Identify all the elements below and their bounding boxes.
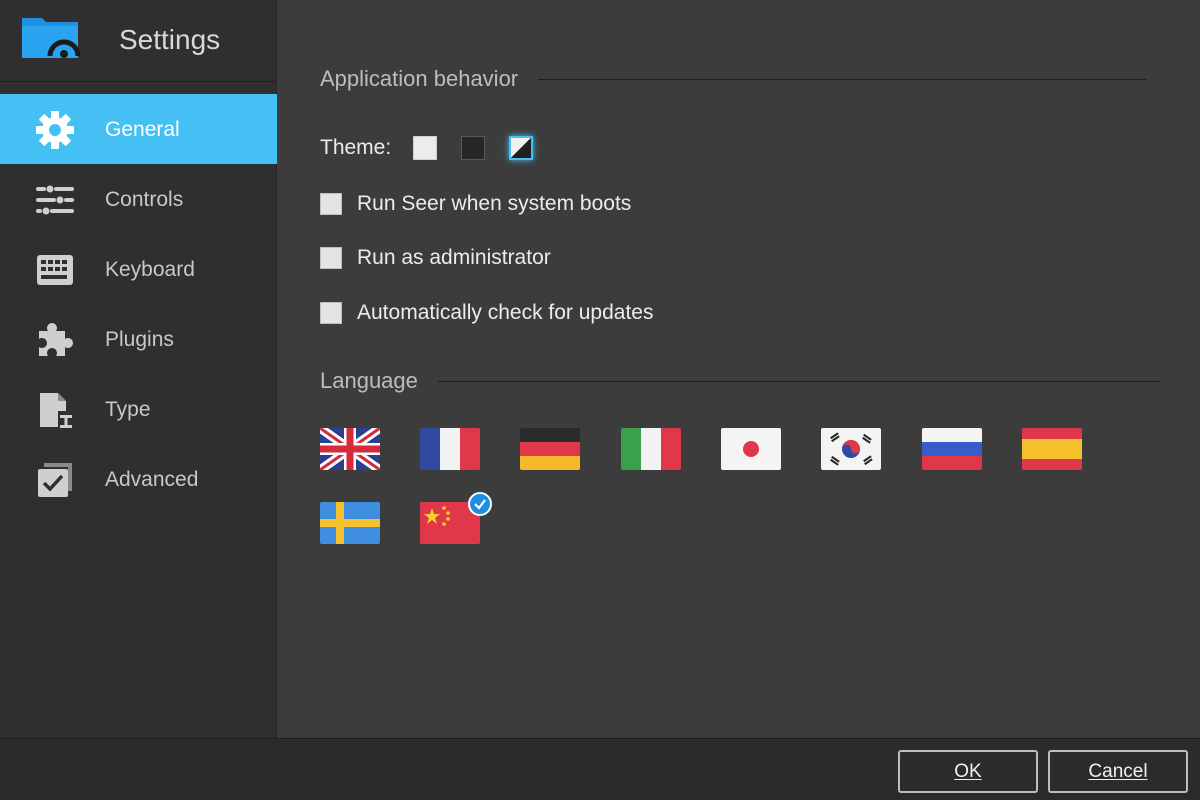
theme-auto-swatch[interactable] [509, 136, 534, 160]
app-logo-icon [22, 18, 80, 58]
flag-japan[interactable] [721, 428, 781, 470]
option-label: Run Seer when system boots [357, 192, 632, 215]
flag-spain[interactable] [1022, 428, 1082, 470]
keyboard-icon [34, 249, 76, 291]
theme-dark-swatch[interactable] [461, 136, 486, 160]
sidebar-title: Settings [119, 24, 221, 55]
section-divider [437, 380, 1160, 382]
general-panel: Application behavior Theme: Run Seer whe… [278, 0, 1200, 738]
sliders-icon [34, 179, 76, 221]
sidebar-item-type[interactable]: Type [0, 374, 277, 444]
cancel-button-label: Cancel [1088, 760, 1148, 782]
option-label: Run as administrator [357, 246, 551, 269]
file-type-icon [34, 389, 76, 431]
sidebar-item-general[interactable]: General [0, 94, 277, 164]
flag-germany[interactable] [520, 428, 580, 470]
auto-update-checkbox[interactable] [320, 302, 342, 324]
option-auto-update[interactable]: Automatically check for updates [320, 301, 653, 325]
option-label: Automatically check for updates [357, 301, 654, 324]
flag-italy[interactable] [621, 428, 681, 470]
sidebar-nav: General Controls Keyboard Plugins Type A… [0, 94, 277, 514]
run-as-admin-checkbox[interactable] [320, 247, 342, 269]
ok-button[interactable]: OK [898, 750, 1038, 793]
sidebar-item-label: Keyboard [105, 258, 195, 281]
sidebar-item-label: Type [105, 398, 151, 421]
option-run-on-boot[interactable]: Run Seer when system boots [320, 192, 631, 216]
theme-light-swatch[interactable] [413, 136, 438, 160]
dialog-footer: OK Cancel [0, 738, 1200, 800]
section-divider [538, 78, 1147, 80]
flag-uk[interactable] [320, 428, 380, 470]
section-title: Application behavior [320, 66, 519, 91]
flag-russia[interactable] [922, 428, 982, 470]
sidebar-item-advanced[interactable]: Advanced [0, 444, 277, 514]
gear-icon [34, 109, 76, 151]
flag-sweden[interactable] [320, 502, 380, 544]
sidebar-item-label: Plugins [105, 328, 174, 351]
section-app-behavior: Application behavior [320, 66, 1147, 92]
sidebar-item-label: Advanced [105, 468, 199, 491]
checkbox-icon [34, 459, 76, 501]
flag-france[interactable] [420, 428, 480, 470]
run-on-boot-checkbox[interactable] [320, 193, 342, 215]
theme-row: Theme: [320, 136, 557, 160]
sidebar-item-plugins[interactable]: Plugins [0, 304, 277, 374]
ok-button-label: OK [954, 760, 982, 782]
option-run-as-admin[interactable]: Run as administrator [320, 246, 551, 270]
sidebar-item-label: Controls [105, 188, 184, 211]
puzzle-icon [34, 319, 76, 361]
theme-label: Theme: [320, 136, 392, 159]
section-language: Language [320, 368, 1160, 394]
sidebar: Settings General Controls Keyboard Plugi… [0, 0, 277, 738]
section-title: Language [320, 368, 418, 393]
selected-check-icon [468, 492, 492, 516]
sidebar-header: Settings [0, 0, 276, 82]
sidebar-item-controls[interactable]: Controls [0, 164, 277, 234]
cancel-button[interactable]: Cancel [1048, 750, 1188, 793]
sidebar-item-label: General [105, 118, 180, 141]
flag-korea[interactable] [821, 428, 881, 470]
sidebar-item-keyboard[interactable]: Keyboard [0, 234, 277, 304]
